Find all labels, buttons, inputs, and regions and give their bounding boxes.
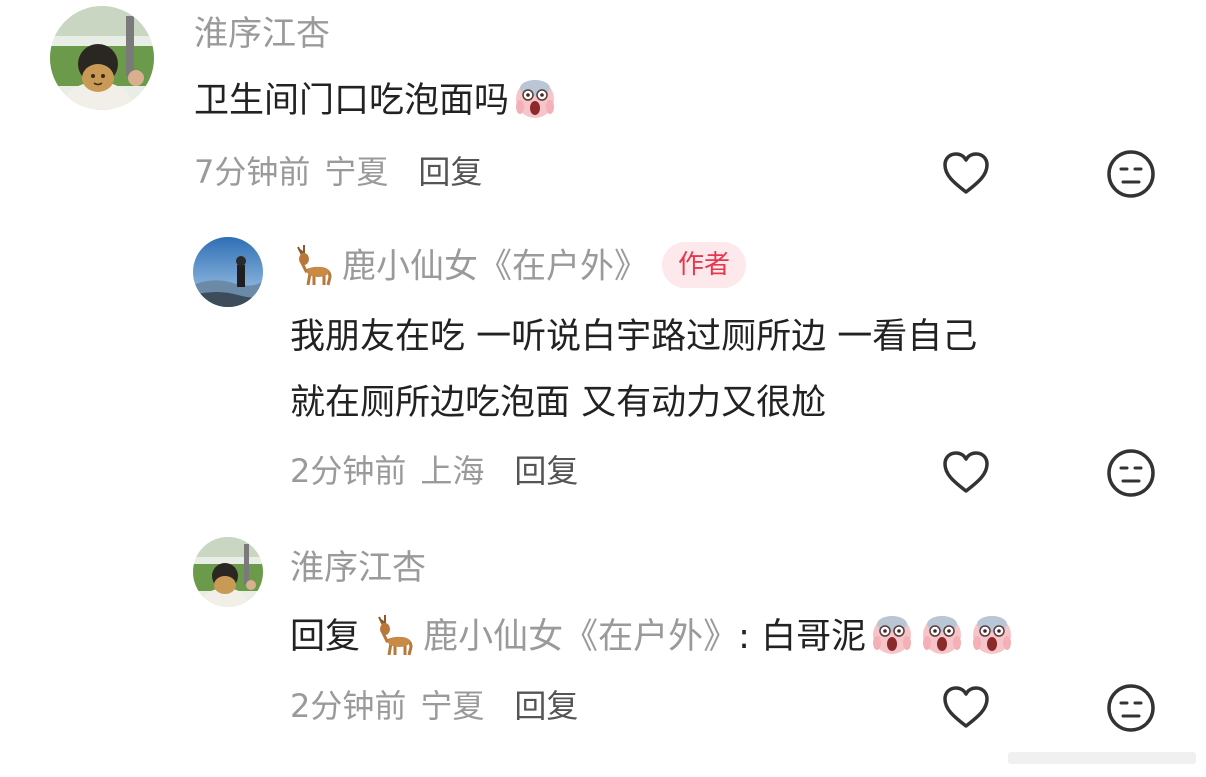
avatar[interactable] [50,6,154,110]
comment-meta: 2分钟前 宁夏 回复 [290,686,578,726]
comment-line-1: 我朋友在吃 一听说白宇路过厕所边 一看自己 [290,317,978,357]
comment-meta: 2分钟前 上海 回复 [290,451,578,491]
reply-button[interactable]: 回复 [514,687,578,725]
scream-face-emoji [968,609,1016,657]
neutral-face-icon[interactable] [1106,683,1156,733]
avatar[interactable] [193,537,263,607]
heart-outline-icon[interactable] [941,683,991,733]
timestamp: 2分钟前 [290,452,407,490]
neutral-face-icon[interactable] [1106,149,1156,199]
comment-body: 白哥泥 [761,617,867,657]
deer-emoji [290,241,336,287]
reply-button[interactable]: 回复 [418,153,482,191]
scream-face-emoji [918,609,966,657]
deer-emoji [371,611,417,657]
comment-body: 卫生间门口吃泡面吗 [194,81,510,121]
scream-face-emoji [511,73,559,121]
avatar[interactable] [193,237,263,307]
author-name: 鹿小仙女《在户外》 [342,246,648,287]
watermark-logo [1008,752,1196,764]
username[interactable]: 鹿小仙女《在户外》 作者 [290,242,747,291]
comment-text: 我朋友在吃 一听说白宇路过厕所边 一看自己 就在厕所边吃泡面 又有动力又很尬 [290,304,977,436]
comment-line-2: 就在厕所边吃泡面 又有动力又很尬 [290,383,827,423]
comment-meta: 7分钟前 宁夏 回复 [194,152,482,192]
username[interactable]: 淮序江杏 [290,548,426,588]
reply-prefix: 回复 [290,617,361,657]
heart-outline-icon[interactable] [941,149,991,199]
mention-suffix: : [738,617,750,657]
scream-face-emoji [868,609,916,657]
timestamp: 2分钟前 [290,687,407,725]
mention-link[interactable]: 鹿小仙女《在户外》 [423,617,738,657]
location: 宁夏 [324,153,389,191]
heart-outline-icon[interactable] [941,448,991,498]
timestamp: 7分钟前 [194,153,311,191]
reply-button[interactable]: 回复 [514,452,578,490]
author-badge: 作者 [662,242,747,288]
neutral-face-icon[interactable] [1106,448,1156,498]
location: 宁夏 [420,687,485,725]
username[interactable]: 淮序江杏 [194,14,330,54]
comment-text: 回复 鹿小仙女《在户外》: 白哥泥 [290,604,1016,670]
location: 上海 [420,452,485,490]
comment-text: 卫生间门口吃泡面吗 [194,68,559,134]
